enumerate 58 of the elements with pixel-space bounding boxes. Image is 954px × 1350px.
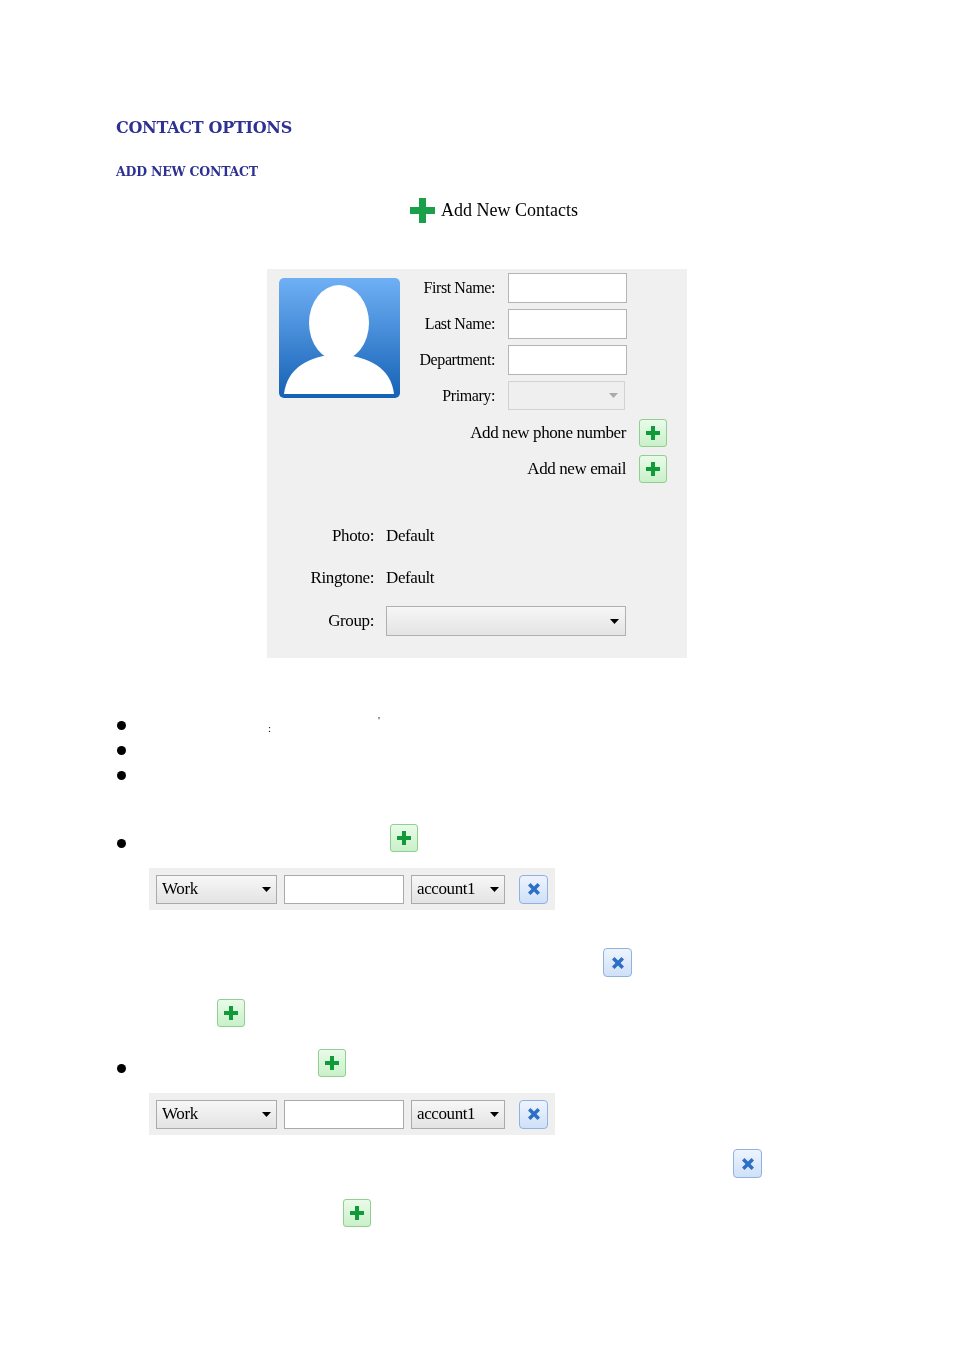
plus-icon (223, 1005, 239, 1021)
field-label: Primary: (441, 386, 495, 407)
add-button[interactable] (318, 1049, 346, 1077)
caret-icon (262, 1111, 271, 1117)
info-value: Default (386, 567, 436, 589)
add-contacts-link[interactable]: Add New Contacts (441, 199, 578, 221)
add-button[interactable] (639, 455, 667, 483)
bullet-dot (117, 746, 126, 755)
caret-icon (262, 886, 271, 892)
text-field[interactable] (284, 874, 404, 904)
add-button[interactable] (217, 999, 245, 1027)
remove-button[interactable] (603, 948, 632, 977)
group-select[interactable] (386, 606, 626, 636)
add-button[interactable] (343, 1199, 371, 1227)
add-button[interactable] (390, 824, 418, 852)
field-label: First Name: (422, 278, 495, 298)
type-select[interactable]: Work (156, 1099, 277, 1129)
type-select[interactable]: Work (156, 874, 277, 904)
close-icon (525, 1106, 542, 1122)
plus-icon (396, 830, 412, 846)
plus-icon (324, 1055, 340, 1071)
add-button[interactable] (639, 419, 667, 447)
plus-icon (410, 197, 435, 223)
field-label: Department: (418, 350, 495, 371)
plus-icon (349, 1205, 365, 1221)
info-value: Default (386, 525, 436, 547)
caret-icon (609, 393, 618, 398)
caret-icon (610, 618, 619, 624)
bullet-dot (117, 771, 126, 780)
bullet-dot (117, 1064, 126, 1073)
account-select[interactable]: account1 (411, 1099, 505, 1129)
page-heading: CONTACT OPTIONS (116, 117, 293, 138)
action-label: Add new phone number (470, 422, 626, 445)
text-mark: : (268, 722, 272, 734)
action-label: Add new email (527, 458, 626, 481)
remove-button[interactable] (519, 1099, 548, 1129)
section-heading: ADD NEW CONTACT (116, 163, 259, 181)
close-icon (739, 1155, 756, 1172)
field-label: Group: (327, 610, 374, 633)
remove-button[interactable] (519, 874, 548, 904)
text-field[interactable] (508, 345, 627, 375)
text-field[interactable] (508, 273, 627, 303)
remove-button[interactable] (733, 1149, 762, 1178)
caret-icon (490, 1111, 499, 1117)
plus-icon (645, 461, 661, 477)
text-mark: ' (378, 714, 380, 726)
close-icon (609, 954, 626, 971)
text-field[interactable] (508, 309, 627, 339)
caret-icon (490, 886, 499, 892)
info-label: Ringtone: (309, 567, 374, 589)
plus-icon (645, 425, 661, 441)
field-label: Last Name: (423, 314, 495, 334)
account-select[interactable]: account1 (411, 874, 505, 904)
info-label: Photo: (331, 525, 374, 547)
bullet-dot (117, 839, 126, 848)
text-field[interactable] (284, 1099, 404, 1129)
bullet-dot (117, 721, 126, 730)
close-icon (525, 881, 542, 897)
